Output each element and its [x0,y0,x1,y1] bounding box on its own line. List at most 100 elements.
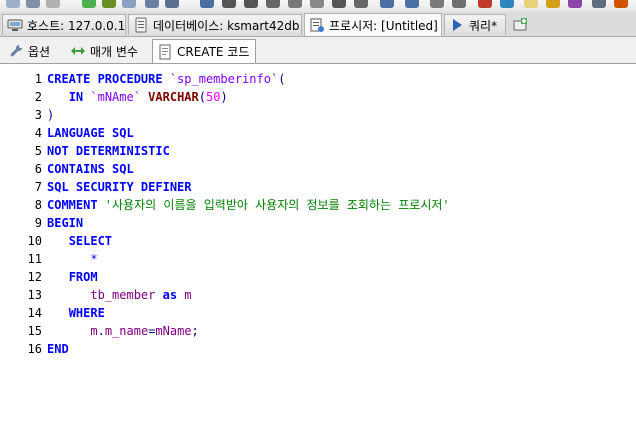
code-token: 50 [205,90,221,104]
line-number: 12 [27,270,42,284]
code-token: ) [47,108,55,122]
code-token: . [97,324,105,338]
toolbar-icon[interactable] [266,0,280,8]
tab-options[interactable]: 옵션 [4,40,56,62]
line-number: 9 [34,216,42,230]
new-tab-icon [512,17,528,33]
toolbar-icon[interactable] [145,0,159,8]
code-token: m [90,324,98,338]
tab-query[interactable]: 쿼리* [444,14,506,35]
line-number: 3 [34,108,42,122]
code-line: END [47,340,450,358]
code-line: WHERE [47,304,450,322]
toolbar-icon[interactable] [26,0,40,8]
tab-label: 옵션 [28,44,51,59]
code-token: * [90,252,98,266]
line-number: 15 [27,324,42,338]
connection-tab-bar: 호스트: 127.0.0.1 데이터베이스: ksmart42db 프로시저: … [0,12,636,37]
code-line: tb_member as m [47,286,450,304]
toolbar-icon[interactable] [46,0,60,8]
toolbar-icon[interactable] [524,0,538,8]
tab-label: 쿼리* [469,18,498,33]
tab-label: 호스트: 127.0.0.1 [27,18,126,33]
line-number: 10 [27,234,42,248]
code-token: CREATE PROCEDURE [47,72,170,86]
code-area[interactable]: CREATE PROCEDURE `sp_memberinfo`( IN `mN… [47,70,450,358]
code-token: FROM [68,270,98,284]
toolbar-icon[interactable] [122,0,136,8]
toolbar-icon[interactable] [546,0,560,8]
toolbar-icon[interactable] [500,0,514,8]
tab-label: 매개 변수 [90,44,138,59]
tab-parameters[interactable]: 매개 변수 [66,40,144,62]
code-line: SELECT [47,232,450,250]
tab-label: 데이터베이스: ksmart42db [153,18,300,33]
line-number: 1 [34,72,42,86]
code-token: WHERE [68,306,105,320]
code-token: ; [191,324,199,338]
tab-procedure[interactable]: 프로시저: [Untitled] [304,13,442,36]
toolbar-icon[interactable] [310,0,324,8]
toolbar-icon[interactable] [568,0,582,8]
code-token: CONTAINS SQL [47,162,134,176]
line-number: 5 [34,144,42,158]
server-icon [7,17,23,33]
code-token: LANGUAGE SQL [47,126,134,140]
code-line: * [47,250,450,268]
toolbar-icon[interactable] [592,0,606,8]
code-token: VARCHAR [148,90,199,104]
code-line: FROM [47,268,450,286]
code-line: NOT DETERMINISTIC [47,142,450,160]
tab-create-code[interactable]: CREATE 코드 [152,39,257,63]
code-line: LANGUAGE SQL [47,124,450,142]
document-icon [157,44,173,60]
toolbar-icon[interactable] [380,0,394,8]
procedure-sub-tab-bar: 옵션 매개 변수 CREATE 코드 [0,37,636,64]
arrows-icon [70,43,86,59]
tab-host[interactable]: 호스트: 127.0.0.1 [2,14,126,35]
toolbar-icon[interactable] [200,0,214,8]
database-icon [133,17,149,33]
code-line: ) [47,106,450,124]
toolbar-icon[interactable] [222,0,236,8]
toolbar-icon[interactable] [405,0,419,8]
code-line: IN `mNAme` VARCHAR(50) [47,88,450,106]
toolbar-icon[interactable] [614,0,628,8]
toolbar-icon[interactable] [452,0,466,8]
line-number: 16 [27,342,42,356]
code-token: tb_member [90,288,163,302]
toolbar-icon[interactable] [430,0,444,8]
code-token: SQL SECURITY DEFINER [47,180,192,194]
code-token: mName [155,324,192,338]
code-token: NOT DETERMINISTIC [47,144,170,158]
tab-database[interactable]: 데이터베이스: ksmart42db [128,14,302,35]
toolbar-icon[interactable] [82,0,96,8]
code-line: CREATE PROCEDURE `sp_memberinfo`( [47,70,450,88]
code-line: BEGIN [47,214,450,232]
line-number: 14 [27,306,42,320]
toolbar-icon[interactable] [478,0,492,8]
toolbar-icon[interactable] [354,0,368,8]
procedure-icon [309,17,325,33]
code-token: ( [198,90,206,104]
toolbar-icon[interactable] [102,0,116,8]
toolbar-icon[interactable] [332,0,346,8]
code-token: COMMENT [47,198,105,212]
toolbar-icon[interactable] [165,0,179,8]
tab-label: CREATE 코드 [177,45,250,59]
toolbar-icon[interactable] [244,0,258,8]
line-number: 2 [34,90,42,104]
code-line: COMMENT '사용자의 이름을 입력받아 사용자의 정보를 조회하는 프로시… [47,196,450,214]
new-tab-button[interactable] [508,14,532,35]
toolbar-icon[interactable] [6,0,20,8]
play-icon [449,17,465,33]
line-number-gutter: 1 2 3 4 5 6 7 8 9 10 11 12 13 14 15 16 [0,64,43,423]
sql-code-editor[interactable]: 1 2 3 4 5 6 7 8 9 10 11 12 13 14 15 16 CREATE PROCEDURE… [0,64,636,423]
toolbar-icon[interactable] [288,0,302,8]
line-number: 6 [34,162,42,176]
code-line: CONTAINS SQL [47,160,450,178]
